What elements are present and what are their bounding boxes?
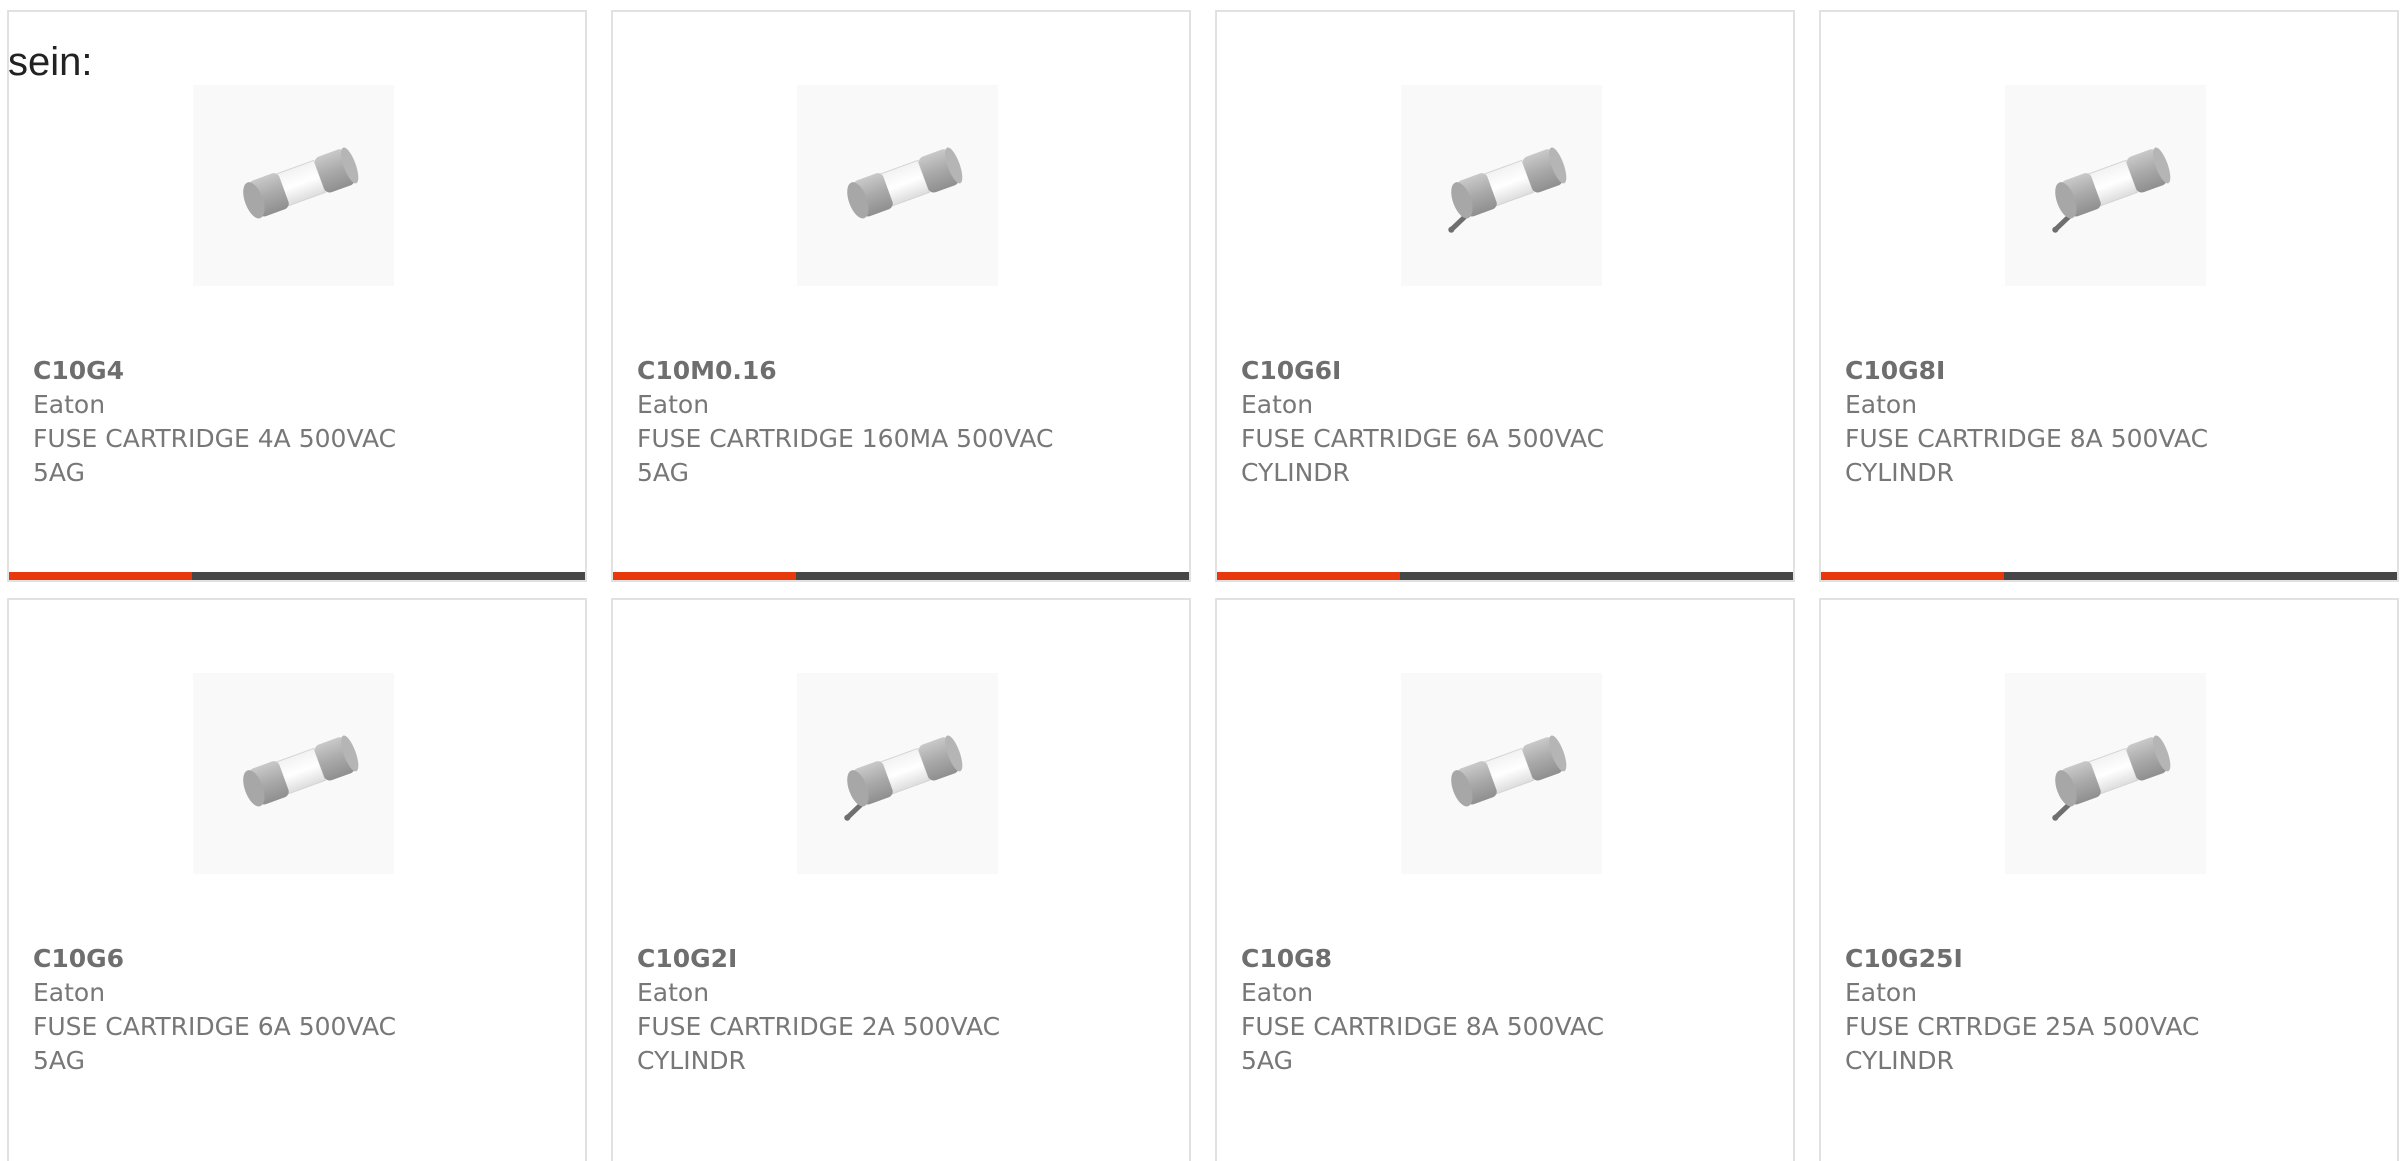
fuse-cartridge-icon [847,147,963,219]
description-line-1: FUSE CRTRDGE 25A 500VAC [1845,1012,2200,1041]
card-accent-bar [1217,572,1400,580]
fuse-cartridge-pin-icon [2052,147,2171,233]
manufacturer: Eaton [1241,390,1314,419]
part-number[interactable]: C10G6 [33,942,561,976]
description-line-1: FUSE CARTRIDGE 4A 500VAC [33,424,397,453]
description-line-2: CYLINDR [637,1046,746,1075]
card-bottom-bar [9,572,585,580]
product-card[interactable]: C10G8 Eaton FUSE CARTRIDGE 8A 500VAC 5AG [1215,598,1795,1161]
fuse-cartridge-icon [243,735,359,807]
product-card[interactable]: C10G6 Eaton FUSE CARTRIDGE 6A 500VAC 5AG [7,598,587,1161]
part-number[interactable]: C10G6I [1241,354,1769,388]
intro-text: sein: [8,40,93,84]
product-card[interactable]: C10G25I Eaton FUSE CRTRDGE 25A 500VAC CY… [1819,598,2399,1161]
description-line-1: FUSE CARTRIDGE 8A 500VAC [1241,1012,1605,1041]
description-line-1: FUSE CARTRIDGE 6A 500VAC [1241,424,1605,453]
product-image[interactable] [1401,673,1602,874]
fuse-cartridge-icon [1451,735,1567,807]
card-bottom-bar [1217,572,1793,580]
fuse-cartridge-icon [243,147,359,219]
card-bottom-bar [613,572,1189,580]
description-line-2: 5AG [33,1046,85,1075]
manufacturer: Eaton [1845,390,1918,419]
description-line-1: FUSE CARTRIDGE 6A 500VAC [33,1012,397,1041]
product-info: C10G8 Eaton FUSE CARTRIDGE 8A 500VAC 5AG [1241,942,1769,1078]
manufacturer: Eaton [1845,978,1918,1007]
card-accent-bar [9,572,192,580]
product-info: C10G25I Eaton FUSE CRTRDGE 25A 500VAC CY… [1845,942,2373,1078]
description-line-2: 5AG [637,458,689,487]
manufacturer: Eaton [637,978,710,1007]
product-info: C10G4 Eaton FUSE CARTRIDGE 4A 500VAC 5AG [33,354,561,490]
manufacturer: Eaton [637,390,710,419]
part-number[interactable]: C10M0.16 [637,354,1165,388]
fuse-cartridge-pin-icon [844,735,963,821]
part-number[interactable]: C10G2I [637,942,1165,976]
product-card[interactable]: C10G8I Eaton FUSE CARTRIDGE 8A 500VAC CY… [1819,10,2399,582]
manufacturer: Eaton [33,390,106,419]
product-image[interactable] [797,673,998,874]
card-accent-bar [613,572,796,580]
description-line-2: CYLINDR [1845,1046,1954,1075]
product-image[interactable] [797,85,998,286]
part-number[interactable]: C10G8I [1845,354,2373,388]
product-image[interactable] [2005,673,2206,874]
product-image[interactable] [193,673,394,874]
product-info: C10G8I Eaton FUSE CARTRIDGE 8A 500VAC CY… [1845,354,2373,490]
product-info: C10G6I Eaton FUSE CARTRIDGE 6A 500VAC CY… [1241,354,1769,490]
fuse-cartridge-pin-icon [2052,735,2171,821]
product-card[interactable]: C10M0.16 Eaton FUSE CARTRIDGE 160MA 500V… [611,10,1191,582]
page: sein: C10G4 Eaton FUSE CARTRIDGE 4A 500V… [0,0,2400,1161]
part-number[interactable]: C10G25I [1845,942,2373,976]
product-image[interactable] [193,85,394,286]
part-number[interactable]: C10G8 [1241,942,1769,976]
fuse-cartridge-pin-icon [1448,147,1567,233]
product-grid: C10G4 Eaton FUSE CARTRIDGE 4A 500VAC 5AG… [7,10,2399,1161]
manufacturer: Eaton [1241,978,1314,1007]
description-line-2: CYLINDR [1845,458,1954,487]
manufacturer: Eaton [33,978,106,1007]
description-line-2: 5AG [1241,1046,1293,1075]
product-info: C10G6 Eaton FUSE CARTRIDGE 6A 500VAC 5AG [33,942,561,1078]
description-line-2: 5AG [33,458,85,487]
part-number[interactable]: C10G4 [33,354,561,388]
product-info: C10G2I Eaton FUSE CARTRIDGE 2A 500VAC CY… [637,942,1165,1078]
description-line-1: FUSE CARTRIDGE 160MA 500VAC [637,424,1054,453]
card-bottom-bar [1821,572,2397,580]
product-card[interactable]: C10G6I Eaton FUSE CARTRIDGE 6A 500VAC CY… [1215,10,1795,582]
product-card[interactable]: C10G4 Eaton FUSE CARTRIDGE 4A 500VAC 5AG [7,10,587,582]
description-line-2: CYLINDR [1241,458,1350,487]
product-info: C10M0.16 Eaton FUSE CARTRIDGE 160MA 500V… [637,354,1165,490]
card-accent-bar [1821,572,2004,580]
product-image[interactable] [2005,85,2206,286]
product-card[interactable]: C10G2I Eaton FUSE CARTRIDGE 2A 500VAC CY… [611,598,1191,1161]
product-image[interactable] [1401,85,1602,286]
description-line-1: FUSE CARTRIDGE 8A 500VAC [1845,424,2209,453]
description-line-1: FUSE CARTRIDGE 2A 500VAC [637,1012,1001,1041]
